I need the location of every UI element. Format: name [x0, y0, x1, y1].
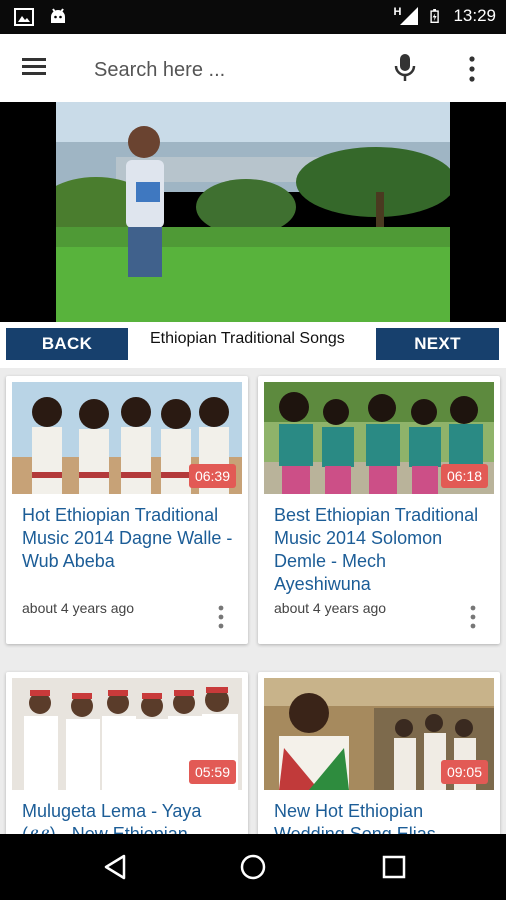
back-triangle-icon[interactable] [100, 852, 130, 882]
video-card[interactable]: 06:39 Hot Ethiopian Traditional Music 20… [6, 376, 248, 644]
home-circle-icon[interactable] [238, 852, 268, 882]
signal-icon [400, 7, 419, 25]
hamburger-menu-icon[interactable] [22, 56, 48, 78]
video-thumbnail: 05:59 [12, 678, 242, 790]
video-thumbnail: 06:39 [12, 382, 242, 494]
video-player [0, 102, 506, 322]
video-title[interactable]: Mulugeta Lema - Yaya (ያያ) - New Ethiopia… [22, 800, 234, 834]
video-list: 06:39 Hot Ethiopian Traditional Music 20… [0, 368, 506, 834]
gallery-icon [14, 8, 34, 26]
android-icon [51, 8, 65, 23]
status-bar: H 13:29 [0, 0, 506, 34]
video-frame-image[interactable] [56, 102, 450, 322]
battery-icon [430, 9, 440, 23]
video-card[interactable]: 06:18 Best Ethiopian Traditional Music 2… [258, 376, 500, 644]
next-button[interactable]: NEXT [376, 328, 499, 360]
search-input[interactable] [92, 54, 366, 86]
system-navigation-bar [0, 834, 506, 900]
more-vertical-icon[interactable] [214, 604, 228, 632]
more-vertical-icon[interactable] [466, 604, 480, 632]
video-upload-time: about 4 years ago [274, 600, 387, 616]
video-title[interactable]: Best Ethiopian Traditional Music 2014 So… [274, 504, 486, 596]
app-bar [0, 34, 506, 102]
microphone-icon[interactable] [392, 52, 418, 84]
back-button[interactable]: BACK [6, 328, 128, 360]
video-card[interactable]: 09:05 New Hot Ethiopian Wedding Song Eli… [258, 672, 500, 834]
video-thumbnail: 09:05 [264, 678, 494, 790]
duration-badge: 09:05 [440, 760, 488, 784]
video-upload-time: about 4 years ago [22, 600, 135, 616]
duration-badge: 06:39 [188, 464, 236, 488]
video-title[interactable]: New Hot Ethiopian Wedding Song Elias [274, 800, 486, 834]
duration-badge: 05:59 [188, 760, 236, 784]
playlist-title: Ethiopian Traditional Songs [150, 330, 345, 347]
duration-badge: 06:18 [440, 464, 488, 488]
video-thumbnail: 06:18 [264, 382, 494, 494]
more-vertical-icon[interactable] [462, 54, 482, 84]
video-card[interactable]: 05:59 Mulugeta Lema - Yaya (ያያ) - New Et… [6, 672, 248, 834]
video-title[interactable]: Hot Ethiopian Traditional Music 2014 Dag… [22, 504, 234, 573]
clock: 13:29 [453, 6, 496, 25]
player-navigation: BACK Ethiopian Traditional Songs NEXT [0, 322, 506, 368]
recent-apps-icon[interactable] [380, 853, 408, 881]
